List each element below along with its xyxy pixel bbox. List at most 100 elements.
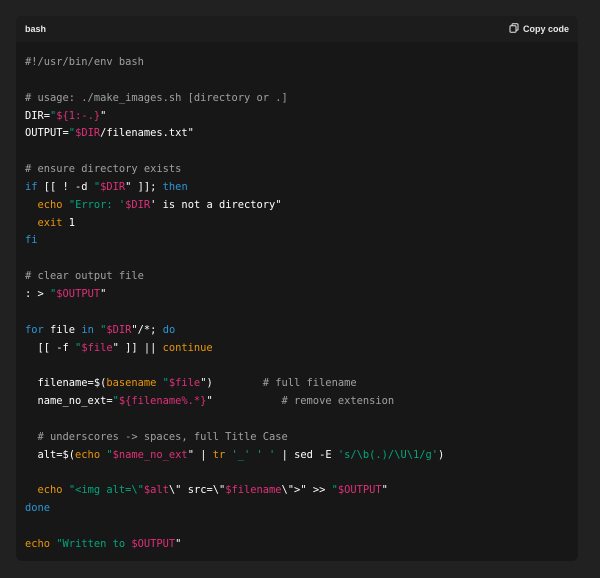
code-text: " [100,109,107,122]
code-text: file [43,323,82,336]
keyword-token: do [162,323,176,336]
code-line: alt=$(echo "$name_no_ext" | tr '_' ' ' |… [25,447,569,465]
code-text: "/*; [131,323,163,336]
code-text: " [381,484,388,497]
variable-token: $DIR [125,198,151,211]
variable-token: ${filename%.*} [118,395,207,408]
code-line: done [25,500,569,518]
variable-token: $file [168,377,201,390]
string-token: "Written to [56,537,132,550]
code-line: echo "<img alt=\"$alt\" src=\"$filename\… [25,482,569,500]
code-text: " [206,395,282,408]
code-line: exit 1 [25,215,569,233]
code-text: " ]]; [125,180,163,193]
builtin-token: echo [37,484,63,497]
comment-token: #!/usr/bin/env bash [25,56,144,68]
code-text: \" src=\" [168,484,226,497]
keyword-token: done [25,502,51,515]
code-line: [[ -f "$file" ]] || continue [25,340,569,358]
code-text: filename=$( [25,377,107,390]
code-block-header: bash Copy code [16,16,578,42]
code-line: # underscores -> spaces, full Title Case [25,429,569,447]
keyword-token: in [81,323,94,336]
code-line: echo "Error: '$DIR' is not a directory" [25,197,569,215]
variable-token: $OUTPUT [56,287,101,300]
code-line: : > "$OUTPUT" [25,286,569,304]
variable-token: $OUTPUT [131,537,176,550]
variable-token: $OUTPUT [337,484,382,497]
builtin-token: echo [75,448,101,461]
builtin-token: basename [106,377,157,390]
builtin-token: echo [25,537,51,550]
code-line: echo "Written to $OUTPUT" [25,536,569,554]
comment-token: # ensure directory exists [25,163,182,176]
variable-token: $DIR [100,180,126,193]
code-text: \">" >> [281,484,332,497]
code-text: /filenames.txt" [100,127,194,140]
code-text: ") [200,377,263,390]
string-token: 's/\b(.)/\U\1/g' [337,448,438,461]
code-content: #!/usr/bin/env bash # usage: ./make_image… [16,42,578,561]
code-line: #!/usr/bin/env bash [25,54,569,72]
builtin-token: continue [162,341,213,354]
code-text: [[ ! -d [37,180,94,193]
code-text: 1 [62,216,76,229]
code-line: if [[ ! -d "$DIR" ]]; then [25,179,569,197]
copy-code-label: Copy code [522,24,569,34]
variable-token: $DIR [75,127,101,140]
builtin-token: tr [212,448,226,461]
code-text: OUTPUT= [25,127,69,140]
code-text: ) [437,448,445,461]
string-token: ' ' [256,448,276,461]
keyword-token: then [162,180,188,193]
code-line: filename=$(basename "$file") # full file… [25,375,569,393]
copy-icon [509,23,519,35]
comment-token: # usage: ./make_images.sh [directory or … [25,91,288,104]
code-text: | sed -E [275,448,338,461]
code-line: # ensure directory exists [25,161,569,179]
code-text: : > [25,287,51,300]
code-text: name_no_ext= [25,395,113,408]
variable-token: $DIR [106,323,132,336]
code-text: DIR= [25,109,51,122]
code-block: bash Copy code #!/usr/bin/env bash # usag… [16,16,578,561]
variable-token: $alt [143,484,169,497]
code-text: " | [187,448,213,461]
comment-token: # remove extension [281,395,395,408]
code-line: fi [25,232,569,250]
code-line: # usage: ./make_images.sh [directory or … [25,90,569,108]
builtin-token: echo [37,198,63,211]
code-text: ' is not a directory" [150,198,282,211]
string-token: "Error: ' [68,198,126,211]
code-line: # clear output file [25,268,569,286]
comment-token: # underscores -> spaces, full Title Case [25,430,288,443]
code-text: " ]] || [112,341,163,354]
keyword-token: for [25,323,44,336]
code-text: alt=$( [25,448,76,461]
code-text: " [175,537,182,550]
code-line: DIR="${1:-.}" [25,108,569,126]
variable-token: ${1:-.} [56,109,101,122]
keyword-token: if [25,180,38,193]
comment-token: # clear output file [25,270,144,283]
keyword-token: fi [25,234,38,247]
variable-token: $name_no_ext [112,448,188,461]
builtin-token: exit [37,216,63,229]
code-text: " [100,287,107,300]
language-label: bash [25,24,47,34]
string-token: "<img alt=\" [68,484,144,497]
string-token: '_' [231,448,251,461]
code-text: [[ -f [25,341,76,354]
copy-code-button[interactable]: Copy code [509,23,569,35]
